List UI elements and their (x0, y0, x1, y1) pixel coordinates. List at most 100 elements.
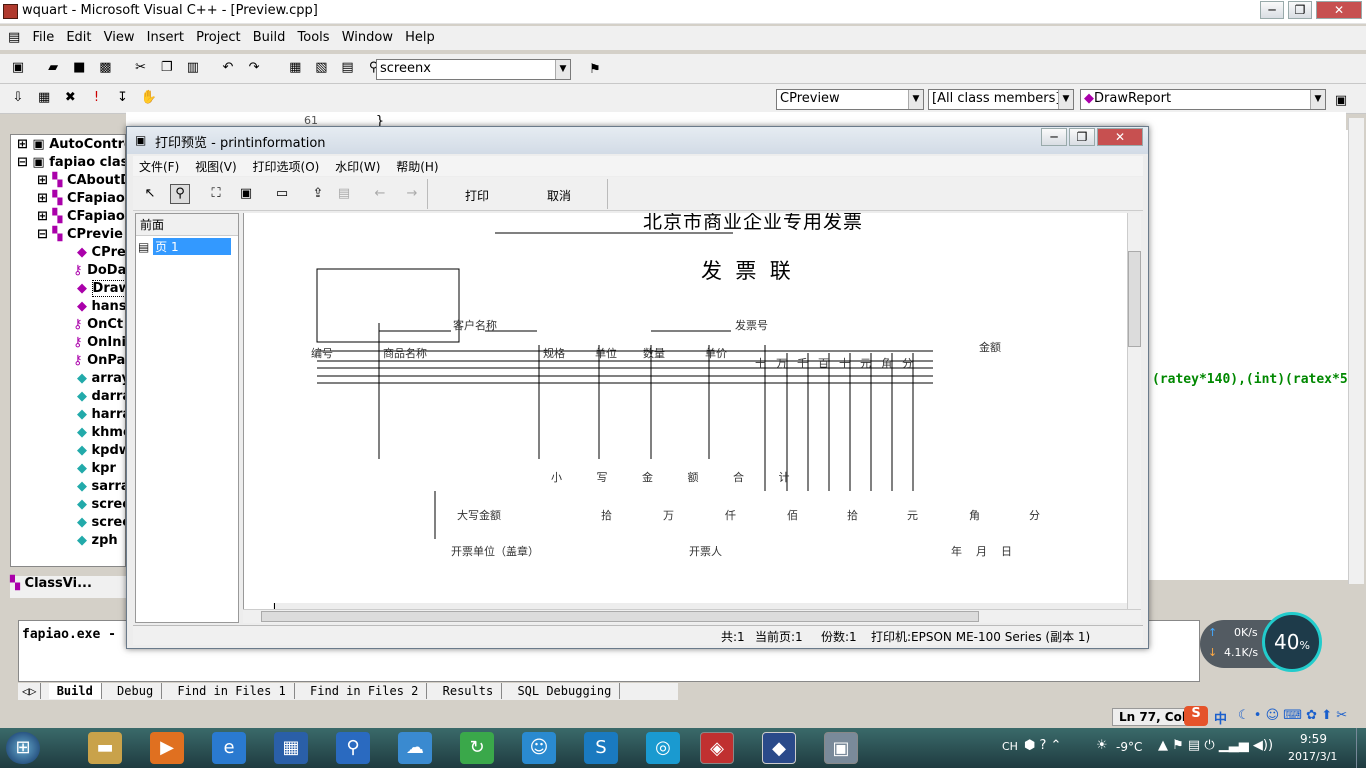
tree-item[interactable]: ◆ harra (77, 407, 125, 425)
undo-icon[interactable]: ↶ (217, 58, 238, 78)
paste-icon[interactable]: ▥ (182, 58, 203, 78)
tray-icons[interactable]: ⬢ ? ⌃ (1024, 738, 1061, 753)
search-app-icon[interactable]: ⚲ (336, 732, 370, 764)
fit-page-icon[interactable]: ⛶ (206, 184, 226, 204)
tree-item[interactable]: ⊞ ▚ CAboutD (37, 173, 125, 191)
vc-active-taskbar-icon[interactable]: ◆ (762, 732, 796, 764)
find-icon[interactable]: ⚑ (585, 60, 605, 80)
preview-vscroll-thumb[interactable] (1128, 251, 1141, 347)
print-disabled-icon[interactable]: ▤ (334, 184, 354, 204)
clock-time[interactable]: 9:59 (1300, 732, 1327, 746)
tree-item[interactable]: ⊞ ▣ AutoContro (17, 137, 125, 155)
tree-item[interactable]: ◆ array (77, 371, 125, 389)
breakpoint-hand-icon[interactable]: ✋ (138, 88, 159, 108)
tree-item[interactable]: ⚷ DoDa (73, 263, 125, 281)
dialog-menu-file[interactable]: 文件(F) (133, 156, 185, 177)
go-icon[interactable]: ↧ (112, 88, 133, 108)
tree-item[interactable]: ◆ sarra (77, 479, 125, 497)
menu-tools[interactable]: Tools (294, 26, 334, 45)
find-combo[interactable]: screenx ▼ (376, 59, 571, 80)
lang-indicator[interactable]: CH (1002, 740, 1018, 753)
tab-find-in-files-2[interactable]: Find in Files 2 (302, 683, 428, 699)
redo-icon[interactable]: ↷ (244, 58, 265, 78)
app-grid-icon[interactable]: ▦ (274, 732, 308, 764)
dialog-menu-help[interactable]: 帮助(H) (390, 156, 444, 177)
chevron-down-icon[interactable]: ▼ (1310, 90, 1325, 109)
menu-build[interactable]: Build (249, 26, 290, 45)
chevron-down-icon[interactable]: ▼ (1058, 90, 1073, 109)
stop-build-icon[interactable]: ✖ (60, 88, 81, 108)
tree-item[interactable]: ◆ scree (77, 497, 125, 515)
code-vscroll[interactable] (1348, 118, 1364, 584)
preview-hscroll[interactable] (243, 609, 1141, 623)
show-desktop-button[interactable] (1356, 728, 1366, 768)
execute-icon[interactable]: ! (86, 88, 107, 108)
wizard-member-combo[interactable]: ◆DrawReport ▼ (1080, 89, 1326, 110)
tab-find-in-files-1[interactable]: Find in Files 1 (169, 683, 295, 699)
ie-icon[interactable]: e (212, 732, 246, 764)
tree-item[interactable]: ◆ kpr (77, 461, 116, 479)
tree-item[interactable]: ⊞ ▚ CFapiao (37, 209, 125, 227)
export-icon[interactable]: ⇪ (308, 184, 328, 204)
ime-mode[interactable]: 中 (1214, 708, 1227, 727)
cancel-button[interactable]: 取消 (547, 187, 571, 204)
tree-item-selected[interactable]: ◆ Draw (77, 280, 125, 299)
tab-sql-debugging[interactable]: SQL Debugging (509, 683, 621, 699)
menu-view[interactable]: View (100, 26, 139, 45)
dialog-menu-watermark[interactable]: 水印(W) (329, 156, 386, 177)
tree-item[interactable]: ◆ hans (77, 299, 125, 317)
tab-debug[interactable]: Debug (109, 683, 163, 699)
cloud-app-icon[interactable]: ☁ (398, 732, 432, 764)
moon-icon[interactable]: ☾ • ☺ ⌨ ✿ ⬆ ✂ (1238, 708, 1347, 723)
close-button[interactable]: ✕ (1316, 1, 1362, 19)
print-button[interactable]: 打印 (465, 187, 489, 204)
tree-item[interactable]: ◆ CPre (77, 245, 125, 263)
tree-item[interactable]: ⚷ OnIni (73, 335, 125, 353)
tree-item[interactable]: ◆ kpdw (77, 443, 125, 461)
menu-project[interactable]: Project (192, 26, 244, 45)
tree-item[interactable]: ◆ khmo (77, 425, 125, 443)
wizard-action-icon[interactable]: ▣ (1331, 91, 1351, 111)
dialog-menu-view[interactable]: 视图(V) (189, 156, 243, 177)
save-icon[interactable]: ■ (69, 58, 90, 78)
menu-insert[interactable]: Insert (143, 26, 188, 45)
tray-status-icons[interactable]: ▲ ⚑ ▤ ⏻ ▁▃▅ ◀)) (1158, 738, 1273, 753)
chevron-down-icon[interactable]: ▼ (555, 60, 570, 79)
start-button[interactable]: ⊞ (6, 732, 40, 764)
sogou-app-icon[interactable]: S (584, 732, 618, 764)
clock-date[interactable]: 2017/3/1 (1288, 750, 1337, 763)
wizard-filter-combo[interactable]: [All class members] ▼ (928, 89, 1074, 110)
maximize-button[interactable]: ❐ (1288, 1, 1312, 19)
dialog-minimize-button[interactable]: ─ (1041, 128, 1067, 146)
next-page-icon[interactable]: → (402, 184, 422, 204)
page-setup-icon[interactable]: ▭ (272, 184, 292, 204)
tree-item[interactable]: ⊞ ▚ CFapiao (37, 191, 125, 209)
new-file-icon[interactable]: ▣ (8, 58, 28, 78)
pointer-icon[interactable]: ↖ (140, 184, 160, 204)
dialog-maximize-button[interactable]: ❐ (1069, 128, 1095, 146)
explorer-icon[interactable]: ▬ (88, 732, 122, 764)
preview-hscroll-thumb[interactable] (261, 611, 979, 622)
prev-page-icon[interactable]: ← (370, 184, 390, 204)
copy-icon[interactable]: ❐ (156, 58, 177, 78)
code-editor[interactable]: (ratey*140),(int)(ratex*5 (1146, 130, 1350, 580)
output-icon[interactable]: ▧ (311, 58, 332, 78)
zoom-icon[interactable]: ⚲ (170, 184, 190, 204)
media-player-icon[interactable]: ▶ (150, 732, 184, 764)
menu-help[interactable]: Help (401, 26, 439, 45)
tree-item[interactable]: ◆ scree (77, 515, 125, 533)
refresh-app-icon[interactable]: ↻ (460, 732, 494, 764)
preview-taskbar-icon[interactable]: ▣ (824, 732, 858, 764)
windows-list-icon[interactable]: ▤ (337, 58, 358, 78)
tab-classview[interactable]: ▚ ClassVi... (10, 576, 126, 598)
zoom-page-icon[interactable]: ▣ (236, 184, 256, 204)
tree-item[interactable]: ◆ darra (77, 389, 125, 407)
save-all-icon[interactable]: ▩ (95, 58, 116, 78)
page-list-item[interactable]: ▤ 页 1 (136, 238, 238, 255)
contacts-app-icon[interactable]: ☺ (522, 732, 556, 764)
tab-nav-icon[interactable]: ◁▷ (18, 683, 42, 699)
tree-item[interactable]: ⊟ ▣ fapiao clas (17, 155, 125, 173)
vc-taskbar-icon[interactable]: ◈ (700, 732, 734, 764)
tab-build[interactable]: Build (48, 683, 102, 699)
preview-vscroll[interactable] (1127, 213, 1141, 609)
